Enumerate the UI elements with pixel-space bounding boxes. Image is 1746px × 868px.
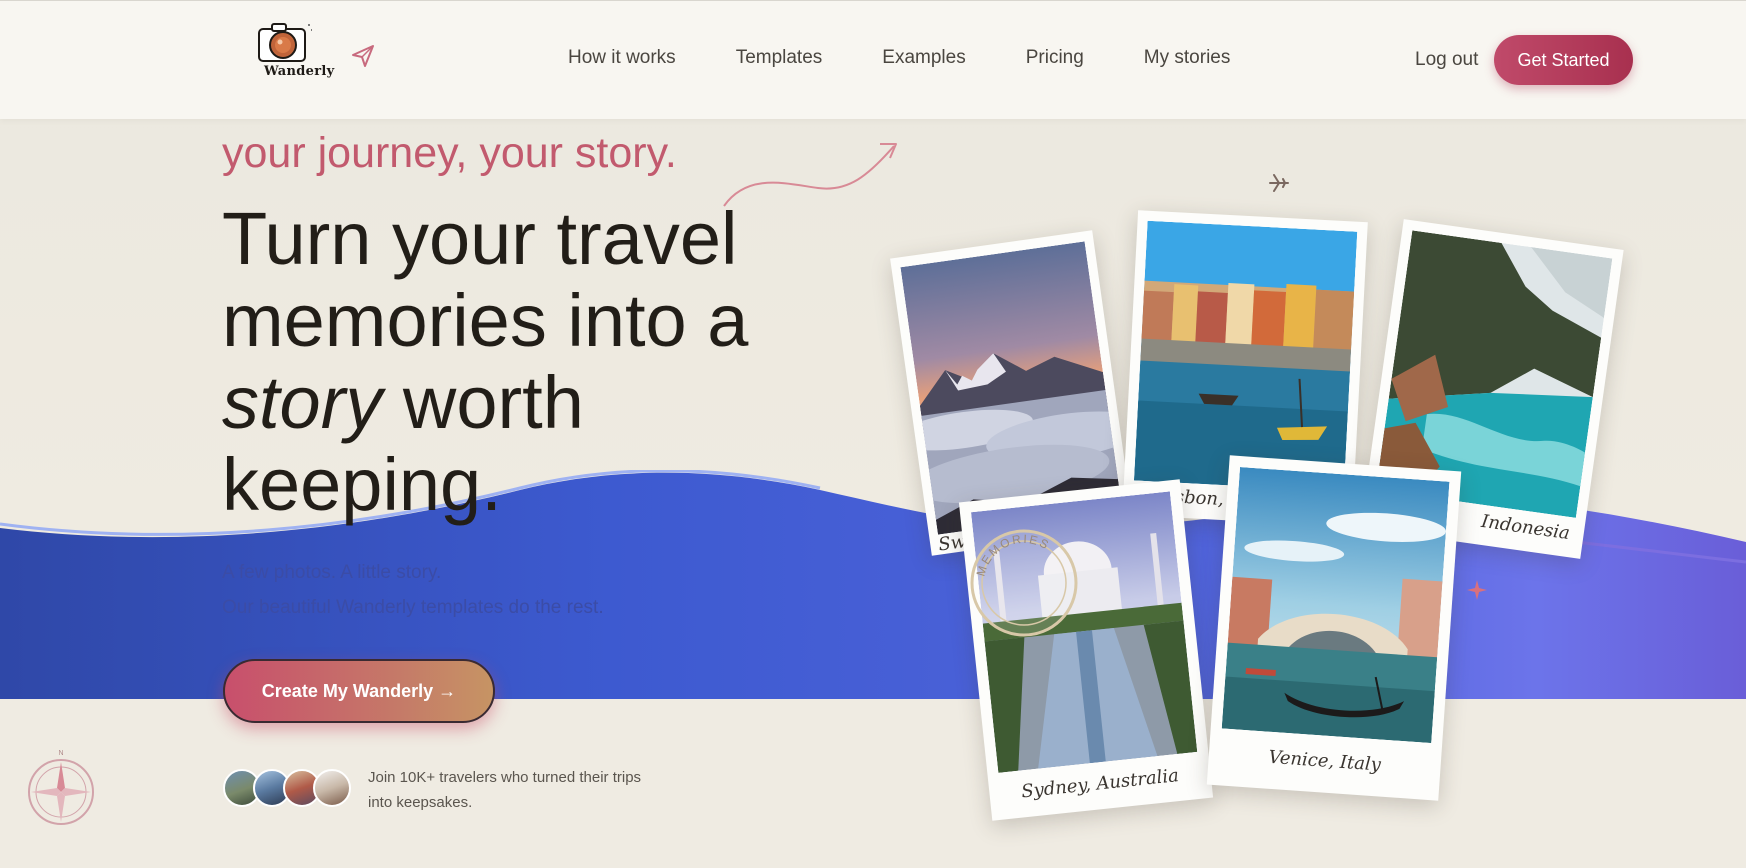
headline-part1: Turn your travel memories into a — [222, 197, 749, 362]
nav-my-stories[interactable]: My stories — [1144, 47, 1231, 69]
create-my-wanderly-button[interactable]: Create My Wanderly → — [223, 659, 495, 723]
paper-plane-icon — [352, 45, 374, 67]
headline-italic: story — [222, 361, 383, 444]
nav-examples[interactable]: Examples — [882, 47, 965, 69]
camera-logo-icon — [258, 23, 312, 62]
main-nav: How it works Templates Examples Pricing … — [568, 47, 1290, 69]
compass-icon: N — [28, 750, 94, 825]
sparkle-icon — [1467, 580, 1487, 600]
hero-headline: Turn your travel memories into a story w… — [222, 198, 822, 526]
memories-stamp: MEMORIES — [970, 529, 1078, 637]
avatar — [313, 769, 351, 807]
brand-logo[interactable]: Wanderly — [254, 17, 334, 83]
site-header: Wanderly How it works Templates Examples… — [0, 0, 1746, 119]
social-proof-text: Join 10K+ travelers who turned their tri… — [368, 769, 642, 811]
arrow-icon — [723, 143, 897, 207]
polaroid-venice[interactable]: Venice, Italy — [1206, 455, 1462, 801]
airplane-icon — [1269, 174, 1289, 192]
get-started-button[interactable]: Get Started — [1494, 35, 1633, 85]
hero-subline-1: A few photos. A little story. — [222, 562, 442, 583]
traveler-avatars — [223, 769, 353, 809]
logout-link[interactable]: Log out — [1415, 49, 1478, 71]
nav-templates[interactable]: Templates — [736, 47, 823, 69]
hero-tagline: your journey, your story. — [222, 129, 677, 177]
brand-name: Wanderly — [264, 64, 335, 79]
photo-venice — [1221, 467, 1450, 744]
nav-pricing[interactable]: Pricing — [1026, 47, 1084, 69]
caption-venice: Venice, Italy — [1267, 746, 1382, 776]
compass-north-label: N — [58, 750, 63, 757]
nav-how-it-works[interactable]: How it works — [568, 47, 676, 69]
hero-subline-2: Our beautiful Wanderly templates do the … — [222, 597, 604, 618]
photo-lisbon — [1133, 220, 1358, 492]
